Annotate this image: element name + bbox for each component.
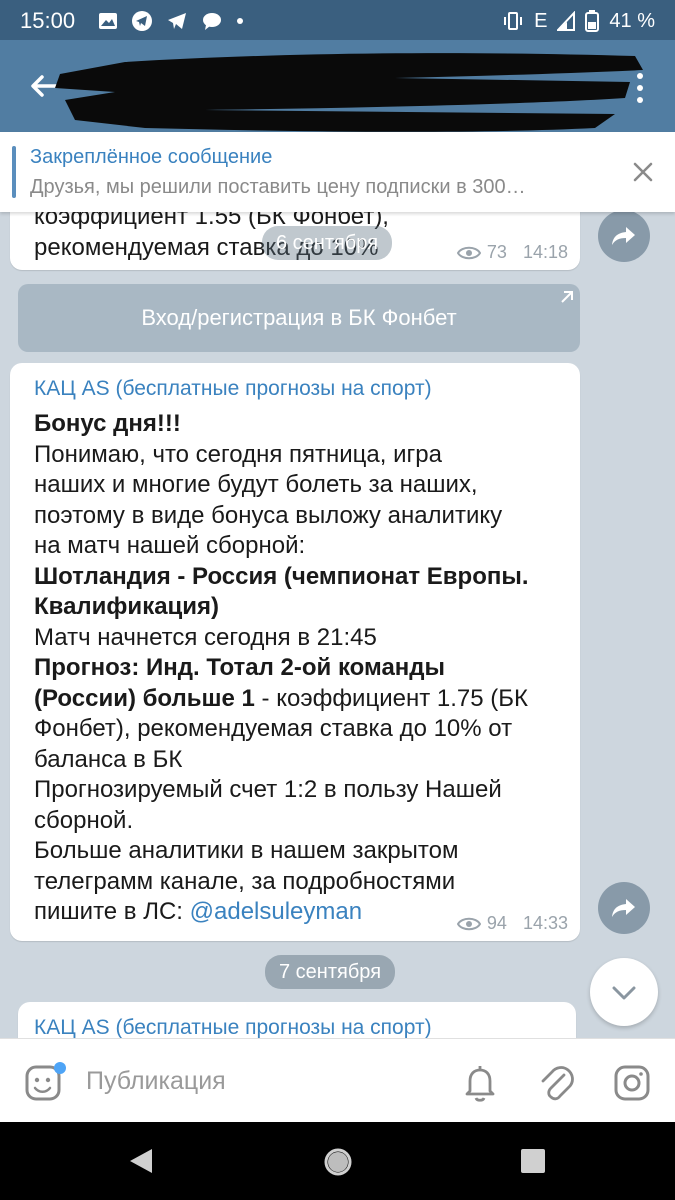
pinned-message-bar[interactable]: Закреплённое сообщение Друзья, мы решили…	[0, 132, 675, 212]
pinned-text: Друзья, мы решили поставить цену подписк…	[30, 176, 526, 198]
message-input-bar: Публикация	[0, 1038, 675, 1122]
message-line: пишите в ЛС: @adelsuleyman	[34, 897, 362, 928]
network-type: E	[534, 9, 548, 32]
eye-icon	[456, 246, 481, 259]
telegram-icon	[132, 11, 152, 31]
message-line: Шотландия - Россия (чемпионат Европы.	[34, 562, 529, 593]
message-meta: 73 14:18	[456, 242, 568, 263]
fonbet-register-button[interactable]: Вход/регистрация в БК Фонбет	[18, 284, 580, 352]
instagram-camera-icon	[614, 1065, 650, 1101]
close-icon	[633, 162, 653, 182]
status-time: 15:00	[20, 8, 76, 33]
message-time: 14:33	[522, 913, 568, 933]
inline-button-label: Вход/регистрация в БК Фонбет	[141, 305, 457, 330]
message-line: баланса в БК	[34, 745, 183, 773]
vibrate-icon	[504, 12, 523, 30]
message-line: (России) больше 1 - коэффициент 1.75 (БК	[34, 684, 528, 715]
nav-back-icon[interactable]	[126, 1146, 156, 1176]
username-link[interactable]: @adelsuleyman	[190, 898, 362, 925]
dot-icon	[237, 18, 243, 24]
message-line: Больше аналитики в нашем закрытом	[34, 837, 459, 864]
chat-icon	[203, 13, 221, 30]
bold-text: Прогноз: Инд. Тотал 2-ой команды	[34, 654, 446, 681]
message-line: Прогнозируемый счет 1:2 в пользу Нашей	[34, 776, 502, 803]
date-separator: 7 сентября	[265, 955, 396, 989]
chat-area[interactable]: коэффициент 1.55 (БК Фонбет), рекомендуе…	[0, 212, 675, 1038]
message-line: Квалификация)	[34, 592, 219, 623]
status-bar: 15:00 E 41 %	[0, 0, 675, 40]
bold-text: Бонус дня!!!	[34, 410, 181, 437]
more-button[interactable]	[625, 70, 655, 106]
message-time: 14:18	[522, 242, 568, 262]
attach-button[interactable]	[538, 1061, 574, 1103]
view-count: 73	[486, 242, 507, 262]
message-fragment: - коэффициент 1.75 (БК	[254, 684, 528, 712]
bold-text: (России) больше 1	[34, 684, 255, 712]
camera-button[interactable]	[612, 1063, 652, 1103]
message-input[interactable]: Публикация	[86, 1067, 226, 1096]
scroll-down-button[interactable]	[590, 958, 658, 1026]
more-vertical-icon	[637, 73, 643, 103]
message-line: на матч нашей сборной:	[34, 532, 306, 559]
share-icon	[612, 227, 635, 245]
eye-icon	[456, 917, 481, 930]
message-bubble[interactable]: КАЦ AS (бесплатные прогнозы на спорт)	[18, 1002, 576, 1038]
paperclip-icon	[541, 1066, 574, 1101]
external-link-icon	[561, 291, 573, 303]
channel-name: КАЦ AS (бесплатные прогнозы на спорт)	[34, 377, 432, 400]
emoji-button[interactable]	[24, 1061, 66, 1103]
bold-text: Шотландия - Россия (чемпионат Европы.	[34, 562, 529, 590]
message-line: поэтому в виде бонуса выложу аналитику	[34, 501, 503, 529]
status-right: E 41 %	[502, 8, 655, 34]
message-line: Понимаю, что сегодня пятница, игра	[34, 440, 442, 468]
message-line: сборной.	[34, 806, 134, 834]
message-line: телеграмм канале, за подробностями	[34, 867, 456, 895]
redacted-title[interactable]	[55, 48, 645, 132]
nav-recents-icon[interactable]	[520, 1148, 546, 1174]
bell-icon	[465, 1066, 495, 1102]
share-button[interactable]	[598, 212, 650, 262]
signal-icon	[557, 11, 576, 31]
message-meta: 94 14:33	[456, 913, 568, 934]
notification-button[interactable]	[462, 1063, 498, 1103]
battery-icon	[585, 10, 600, 32]
message-bubble[interactable]: КАЦ AS (бесплатные прогнозы на спорт) Бо…	[10, 363, 580, 941]
chevron-down-icon	[612, 986, 636, 1000]
floating-date-pill: 6 сентября	[262, 226, 393, 260]
app-header	[0, 40, 675, 132]
view-count: 94	[486, 913, 507, 933]
message-fragment: пишите в ЛС:	[34, 898, 190, 925]
battery-percent: 41 %	[609, 9, 655, 32]
channel-name: КАЦ AS (бесплатные прогнозы на спорт)	[34, 1016, 432, 1038]
message-line: наших и многие будут болеть за наших,	[34, 471, 478, 498]
nav-home-icon[interactable]	[322, 1146, 354, 1178]
system-nav-bar	[0, 1122, 675, 1200]
message-line: Матч начнется сегодня в 21:45	[34, 623, 377, 651]
sticker-icon	[25, 1062, 66, 1101]
telegram-icon	[168, 13, 186, 29]
notification-icons	[98, 8, 244, 34]
pinned-title: Закреплённое сообщение	[30, 146, 273, 168]
bold-text: Квалификация)	[34, 593, 220, 620]
share-icon	[612, 899, 635, 917]
image-icon	[99, 13, 117, 29]
message-line: Бонус дня!!!	[34, 409, 181, 440]
message-line: Фонбет), рекомендуемая ставка до 10% от	[34, 715, 513, 742]
pinned-accent-line	[12, 146, 16, 198]
share-button[interactable]	[598, 882, 650, 934]
pinned-close-button[interactable]	[629, 158, 657, 186]
message-line: Прогноз: Инд. Тотал 2-ой команды	[34, 653, 445, 684]
